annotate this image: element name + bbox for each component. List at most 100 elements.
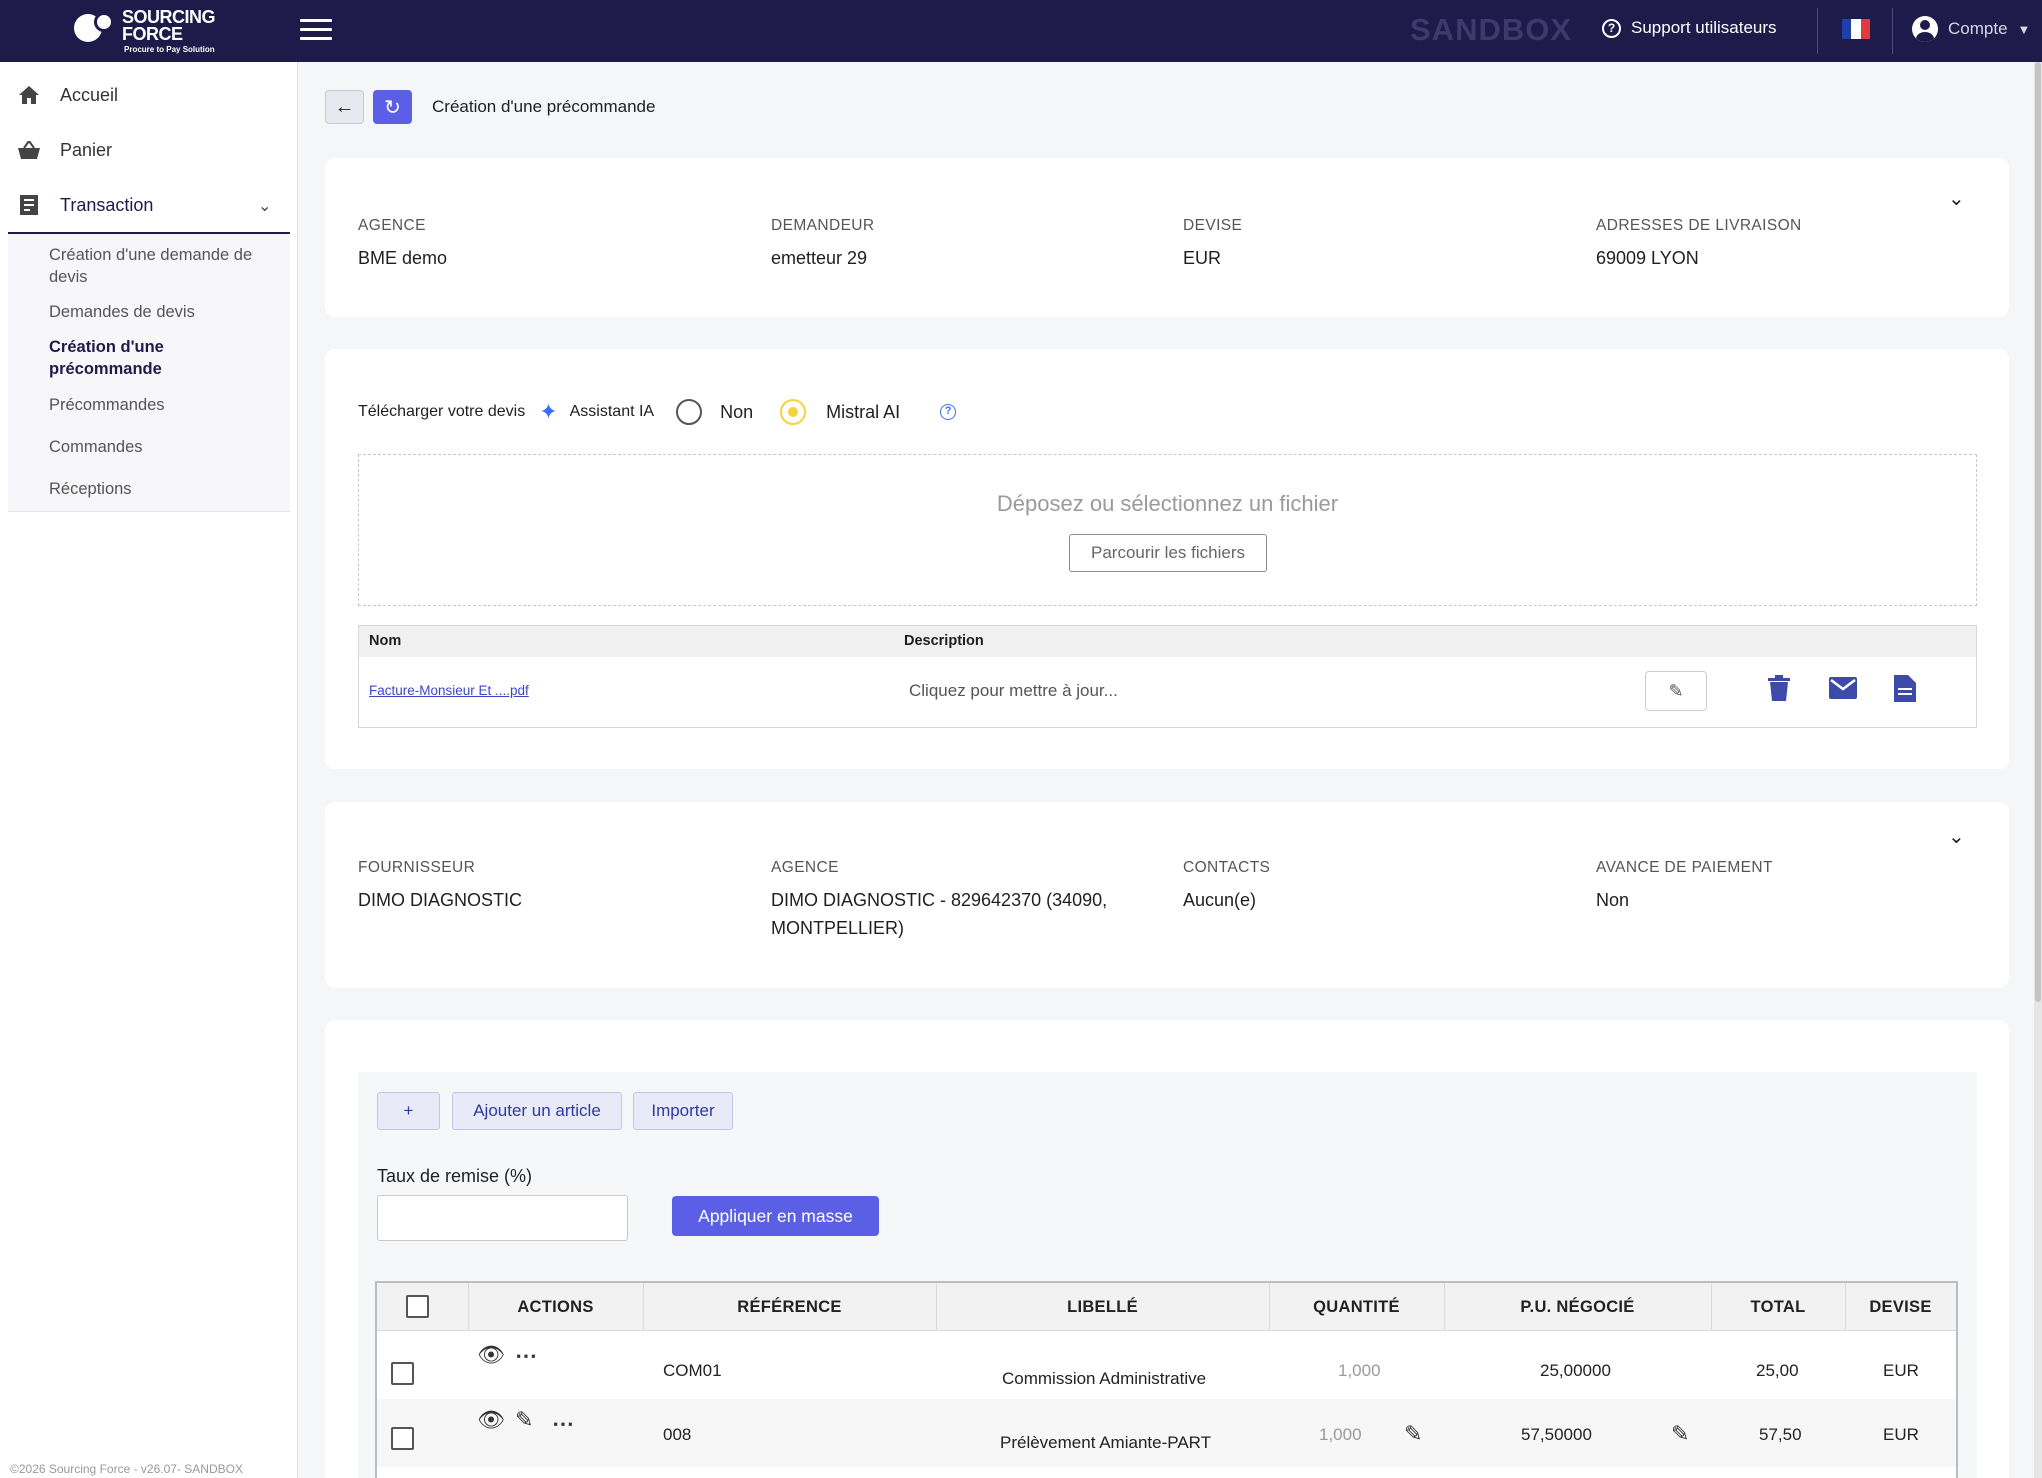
import-button[interactable]: Importer: [633, 1092, 733, 1130]
mail-icon[interactable]: [1829, 675, 1857, 706]
collapse-chevron-icon[interactable]: ⌄: [1948, 824, 1965, 849]
payment-advance-label: AVANCE DE PAIEMENT: [1596, 859, 1773, 876]
browse-files-button[interactable]: Parcourir les fichiers: [1069, 534, 1267, 572]
collapse-chevron-icon[interactable]: ⌄: [1948, 186, 1965, 211]
user-avatar-icon: [1912, 16, 1938, 42]
pencil-icon: ✎: [1668, 680, 1684, 701]
supplier-agency-value: DIMO DIAGNOSTIC - 829642370 (34090, MONT…: [771, 890, 1108, 938]
sidebar-subitem-receptions[interactable]: Réceptions: [49, 478, 289, 500]
footer-copyright: ©2026 Sourcing Force - v26.07- SANDBOX: [10, 1462, 243, 1476]
select-all-checkbox[interactable]: [406, 1295, 429, 1318]
sidebar-subitem-orders[interactable]: Commandes: [49, 436, 289, 458]
row-unit-price[interactable]: 57,50000: [1521, 1425, 1592, 1445]
support-link[interactable]: ? Support utilisateurs: [1602, 18, 1777, 38]
payment-advance-value: Non: [1596, 890, 1630, 910]
page-scrollbar[interactable]: [2034, 62, 2042, 1478]
radio-mistral-label: Mistral AI: [826, 401, 901, 422]
sidebar-subitem-quote-requests[interactable]: Demandes de devis: [49, 301, 289, 323]
document-icon[interactable]: [1894, 675, 1916, 709]
add-article-button[interactable]: Ajouter un article: [452, 1092, 622, 1130]
radio-no[interactable]: [676, 399, 703, 425]
transaction-submenu: Création d'une demande de devis Demandes…: [8, 234, 290, 512]
row-reference: 008: [663, 1425, 692, 1444]
row-currency: EUR: [1883, 1425, 1919, 1444]
currency-value: EUR: [1183, 248, 1222, 268]
column-total[interactable]: TOTAL: [1711, 1283, 1845, 1331]
sidebar-item-panier[interactable]: Panier: [18, 139, 112, 161]
sidebar-item-accueil[interactable]: Accueil: [18, 84, 118, 106]
more-icon[interactable]: ⋯: [552, 1411, 574, 1437]
pencil-icon[interactable]: ✎: [1671, 1421, 1689, 1447]
basket-icon: [18, 139, 40, 161]
download-quote-label: Télécharger votre devis: [358, 403, 526, 420]
divider: [1892, 8, 1893, 54]
row-checkbox[interactable]: [391, 1362, 414, 1385]
discount-rate-input[interactable]: [377, 1195, 628, 1241]
arrow-left-icon: ←: [334, 95, 355, 118]
edit-file-button[interactable]: ✎: [1645, 671, 1707, 711]
supplier-card: ⌄ FOURNISSEUR DIMO DIAGNOSTIC AGENCE DIM…: [325, 802, 2009, 988]
files-table-header: Nom Description: [359, 626, 1976, 657]
row-checkbox[interactable]: [391, 1427, 414, 1450]
table-row: 👁 ⋯ COM01 Commission Administrative 1,00…: [377, 1331, 1956, 1399]
items-grid: ACTIONS RÉFÉRENCE LIBELLÉ QUANTITÉ P.U. …: [375, 1281, 1958, 1478]
page-title: Création d'une précommande: [432, 97, 656, 116]
account-menu[interactable]: Compte ▼: [1912, 16, 2030, 42]
file-row: Facture-Monsieur Et ....pdf Cliquez pour…: [359, 657, 1976, 727]
agency-value: BME demo: [358, 248, 448, 268]
environment-label: SANDBOX: [1410, 12, 1573, 47]
sidebar-subitem-preorder-create[interactable]: Création d'une précommande: [49, 336, 209, 380]
eye-icon[interactable]: 👁: [477, 1407, 505, 1433]
sidebar-item-transaction[interactable]: Transaction: [18, 194, 153, 216]
assistant-label: Assistant IA: [569, 403, 655, 420]
file-link[interactable]: Facture-Monsieur Et ....pdf: [369, 683, 529, 698]
agency-label: AGENCE: [358, 217, 426, 234]
pencil-icon[interactable]: ✎: [1404, 1421, 1422, 1447]
upload-options-row: Télécharger votre devis ✦ Assistant IA N…: [358, 399, 957, 425]
column-quantity[interactable]: QUANTITÉ: [1269, 1283, 1444, 1331]
row-unit-price[interactable]: 25,00000: [1540, 1361, 1611, 1381]
order-header-card: ⌄ AGENCE BME demo DEMANDEUR emetteur 29 …: [325, 158, 2009, 317]
receipt-icon: [18, 194, 40, 216]
refresh-button[interactable]: ↻: [373, 90, 412, 124]
column-actions: ACTIONS: [517, 1298, 594, 1316]
add-button[interactable]: +: [377, 1092, 440, 1130]
radio-mistral-ai[interactable]: [780, 399, 807, 425]
scrollbar-thumb[interactable]: [2035, 62, 2041, 1002]
column-description: Description: [904, 633, 984, 649]
chevron-down-icon[interactable]: ⌄: [258, 196, 271, 216]
requester-value: emetteur 29: [771, 248, 868, 268]
requester-label: DEMANDEUR: [771, 217, 875, 234]
apply-bulk-button[interactable]: Appliquer en masse: [672, 1196, 879, 1236]
row-quantity[interactable]: 1,000: [1338, 1361, 1381, 1381]
french-flag-icon[interactable]: [1842, 19, 1870, 39]
row-quantity[interactable]: 1,000: [1319, 1425, 1362, 1445]
column-currency[interactable]: DEVISE: [1845, 1283, 1956, 1331]
sidebar: Accueil Panier Transaction ⌄ Création d'…: [0, 62, 298, 1478]
help-circle-icon: ?: [1602, 18, 1621, 38]
discount-rate-label: Taux de remise (%): [377, 1166, 533, 1186]
sidebar-subitem-quote-request[interactable]: Création d'une demande de devis: [49, 244, 289, 288]
column-label[interactable]: LIBELLÉ: [936, 1283, 1269, 1331]
delivery-address-value: 69009 LYON: [1596, 248, 1699, 268]
table-row: 👁 ✎ ⋯ 008 Prélèvement Amiante-PART 1,000…: [377, 1399, 1956, 1467]
sourcing-force-logo[interactable]: SOURCING FORCE Procure to Pay Solution: [72, 6, 232, 54]
column-reference[interactable]: RÉFÉRENCE: [643, 1283, 936, 1331]
sidebar-subitem-preorders[interactable]: Précommandes: [49, 394, 289, 416]
row-label: Commission Administrative: [1002, 1369, 1207, 1388]
file-dropzone[interactable]: Déposez ou sélectionnez un fichier Parco…: [358, 454, 1977, 606]
dropzone-text: Déposez ou sélectionnez un fichier: [996, 491, 1339, 516]
row-label: Prélèvement Amiante-PART: [1000, 1433, 1212, 1452]
column-name: Nom: [369, 633, 402, 649]
back-button[interactable]: ←: [325, 90, 364, 124]
pencil-icon[interactable]: ✎: [515, 1407, 533, 1433]
row-reference: COM01: [663, 1361, 722, 1380]
eye-icon[interactable]: 👁: [477, 1342, 505, 1368]
file-description[interactable]: Cliquez pour mettre à jour...: [909, 681, 1118, 701]
help-icon[interactable]: ?: [940, 404, 957, 420]
more-icon[interactable]: ⋯: [515, 1343, 537, 1369]
delivery-address-label: ADRESSES DE LIVRAISON: [1596, 217, 1802, 234]
menu-toggle-icon[interactable]: [300, 19, 332, 41]
trash-icon[interactable]: [1768, 675, 1790, 708]
column-unit-price[interactable]: P.U. NÉGOCIÉ: [1444, 1283, 1711, 1331]
